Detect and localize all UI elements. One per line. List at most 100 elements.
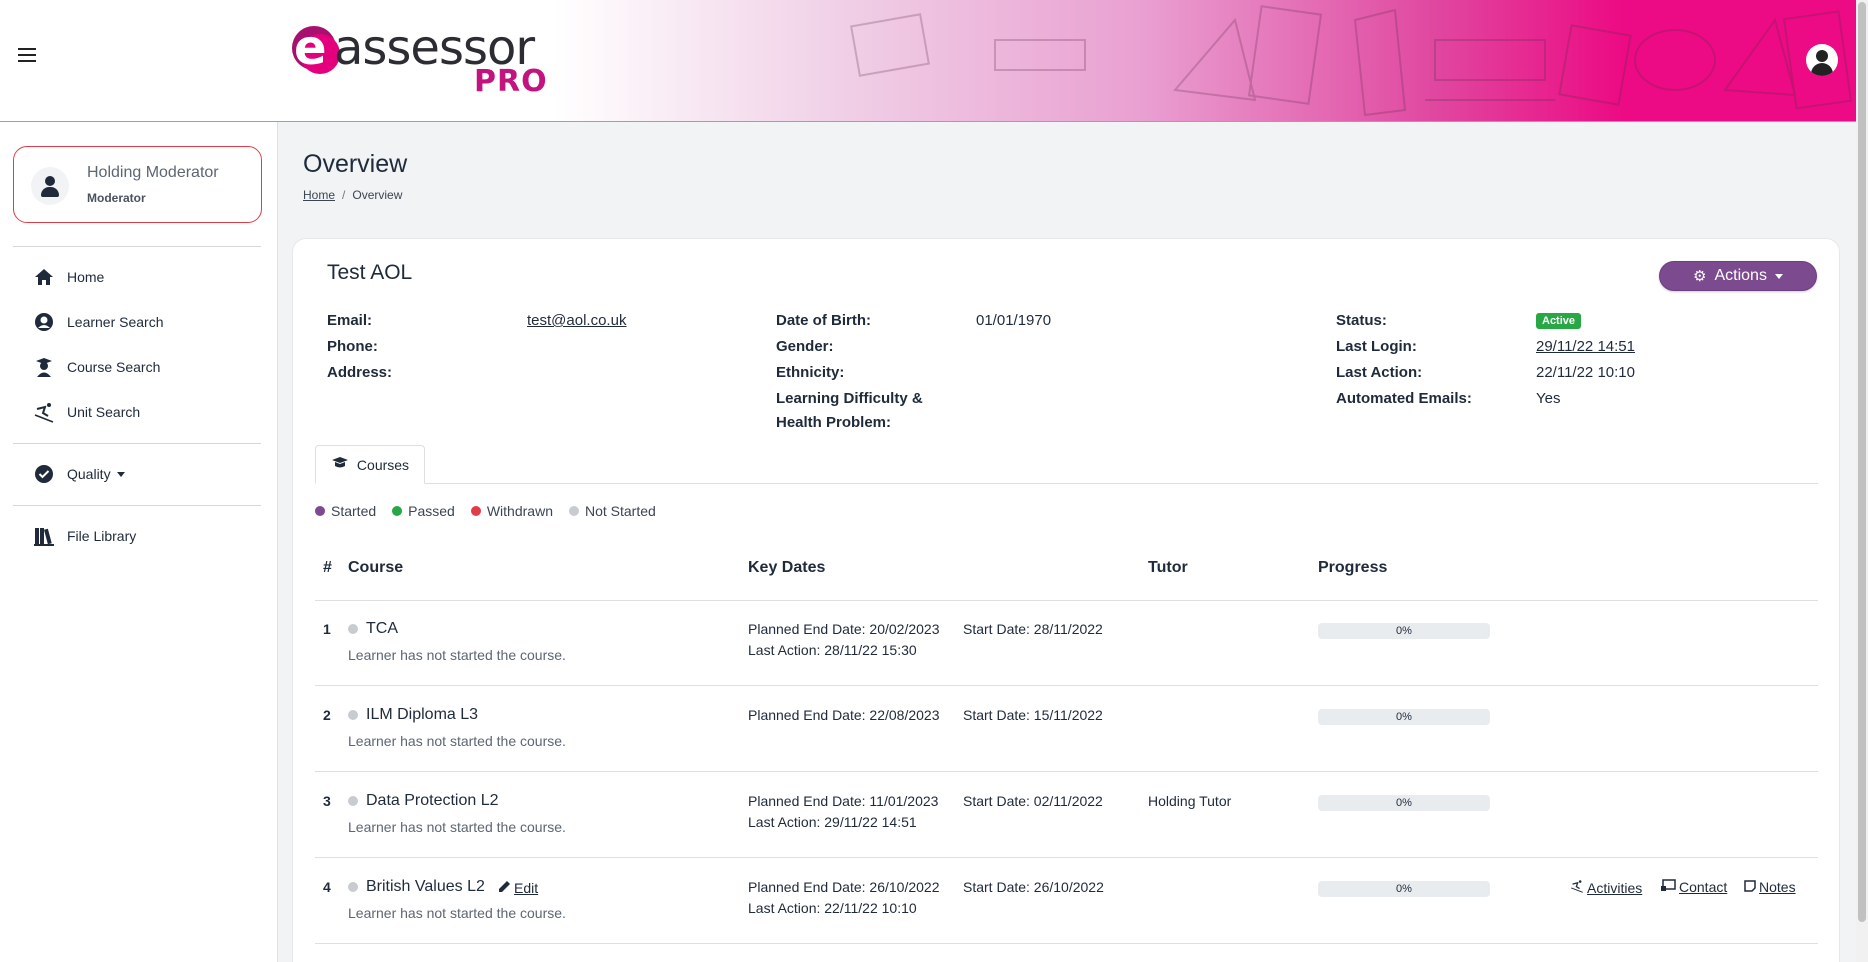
sidebar-item-label: File Library (67, 528, 137, 544)
start-date: Start Date: 26/10/2022 (963, 879, 1104, 895)
dob-value: 01/01/1970 (976, 312, 1052, 329)
avatar (31, 167, 69, 205)
sidebar-item-label: Course Search (67, 359, 161, 375)
row-number: 2 (323, 707, 331, 723)
table-row-divider (315, 943, 1818, 944)
books-icon (33, 525, 55, 547)
edit-course-link[interactable]: Edit (498, 880, 538, 896)
pencil-icon (498, 880, 511, 896)
profile-role: Moderator (87, 191, 146, 205)
column-header-number: # (323, 559, 332, 576)
contact-icon (1660, 879, 1676, 895)
legend-dot (568, 506, 579, 516)
row-number: 1 (323, 621, 331, 637)
legend-not-started: Not Started (568, 503, 656, 519)
tab-courses-label: Courses (356, 456, 410, 473)
sidebar-divider (13, 246, 261, 247)
table-row-divider (315, 771, 1818, 772)
graduation-cap-icon (331, 456, 349, 473)
ldhp-label-line2: Health Problem: (776, 414, 892, 431)
logo-e-mark: e (292, 20, 340, 76)
sidebar-item-quality[interactable]: Quality (33, 462, 125, 486)
notes-link[interactable]: Notes (1744, 879, 1796, 895)
table-row-divider (315, 685, 1818, 686)
actions-dropdown-button[interactable]: ⚙ Actions (1659, 261, 1817, 291)
breadcrumb-home-link[interactable]: Home (303, 188, 335, 202)
course-status-text: Learner has not started the course. (348, 819, 566, 835)
gender-label: Gender: (776, 338, 834, 355)
sidebar: Holding Moderator Moderator Home Learner… (0, 122, 278, 962)
contact-link[interactable]: Contact (1660, 879, 1727, 895)
sidebar-item-learner-search[interactable]: Learner Search (33, 310, 164, 334)
column-header-tutor: Tutor (1148, 559, 1188, 576)
gear-icon: ⚙ (1693, 268, 1707, 285)
profile-card[interactable]: Holding Moderator Moderator (13, 146, 262, 223)
chevron-down-icon (1774, 273, 1783, 279)
email-label: Email: (327, 312, 373, 329)
legend-dot (470, 506, 481, 516)
course-status-text: Learner has not started the course. (348, 647, 566, 663)
graduate-icon (33, 356, 55, 378)
progress-bar: 0% (1318, 709, 1490, 725)
page-title: Overview (303, 150, 408, 178)
table-row-divider (315, 857, 1818, 858)
course-name[interactable]: ILM Diploma L3 (366, 706, 478, 724)
eassessor-pro-logo[interactable]: e assessor PRO (292, 20, 552, 99)
breadcrumb-current: Overview (352, 188, 403, 202)
status-dot-not-started (348, 882, 358, 892)
email-link[interactable]: test@aol.co.uk (527, 309, 626, 333)
address-label: Address: (327, 364, 393, 381)
user-circle-icon (33, 311, 55, 333)
sidebar-item-home[interactable]: Home (33, 265, 104, 289)
top-header: e assessor PRO (0, 0, 1856, 122)
dob-label: Date of Birth: (776, 312, 871, 329)
skiing-icon (1570, 879, 1584, 896)
chevron-down-icon (116, 471, 125, 477)
progress-bar: 0% (1318, 795, 1490, 811)
status-dot-not-started (348, 624, 358, 634)
page-scrollbar[interactable] (1856, 0, 1868, 962)
sticky-note-icon (1744, 879, 1756, 895)
hamburger-menu-icon[interactable] (18, 48, 36, 64)
automated-emails-label: Automated Emails: (1336, 390, 1472, 407)
sidebar-item-label: Learner Search (67, 314, 164, 330)
profile-name: Holding Moderator (87, 164, 219, 181)
learner-name: Test AOL (327, 261, 413, 284)
legend-started: Started (315, 503, 376, 519)
logo-pro-text: PRO (474, 64, 548, 99)
activities-link[interactable]: Activities (1570, 879, 1642, 896)
legend-withdrawn: Withdrawn (470, 503, 553, 519)
course-status-text: Learner has not started the course. (348, 733, 566, 749)
sidebar-divider (13, 505, 261, 506)
column-header-course: Course (348, 559, 404, 576)
course-name[interactable]: British Values L2 (366, 878, 485, 896)
course-name[interactable]: TCA (366, 620, 398, 638)
ethnicity-label: Ethnicity: (776, 364, 845, 381)
row-number: 4 (323, 879, 331, 895)
start-date: Start Date: 02/11/2022 (963, 793, 1103, 809)
tab-courses[interactable]: Courses (315, 445, 425, 484)
last-action-value: 22/11/22 10:10 (1536, 364, 1635, 381)
course-name[interactable]: Data Protection L2 (366, 792, 499, 810)
user-account-icon[interactable] (1806, 44, 1838, 76)
status-label: Status: (1336, 312, 1387, 329)
status-dot-not-started (348, 796, 358, 806)
start-date: Start Date: 28/11/2022 (963, 621, 1103, 637)
sidebar-item-course-search[interactable]: Course Search (33, 355, 160, 379)
last-login-link[interactable]: 29/11/22 14:51 (1536, 335, 1635, 359)
last-login-label: Last Login: (1336, 338, 1417, 355)
banner-doodles (850, 5, 1853, 117)
progress-label: 0% (1396, 797, 1412, 809)
sidebar-item-file-library[interactable]: File Library (33, 524, 136, 548)
phone-label: Phone: (327, 338, 378, 355)
skiing-icon (33, 401, 55, 423)
legend-passed: Passed (392, 503, 455, 519)
last-action-label: Last Action: (1336, 364, 1423, 381)
progress-label: 0% (1396, 625, 1412, 637)
planned-end-date: Planned End Date: 11/01/2023 (748, 793, 939, 809)
check-circle-icon (33, 463, 55, 485)
sidebar-item-label: Quality (67, 466, 111, 482)
sidebar-item-unit-search[interactable]: Unit Search (33, 400, 140, 424)
status-badge: Active (1536, 313, 1582, 329)
last-action-date: Last Action: 28/11/22 15:30 (748, 642, 917, 658)
